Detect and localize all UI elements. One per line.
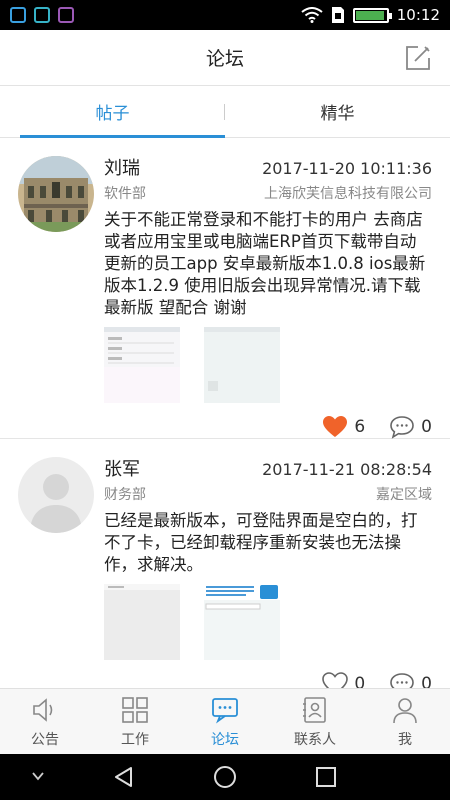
title-bar: 论坛 (0, 30, 450, 86)
nav-label: 论坛 (211, 731, 239, 748)
post-content: 关于不能正常登录和不能打卡的用户 去商店或者应用宝里或电脑端ERP首页下载带自动… (104, 210, 426, 317)
post-timestamp: 2017-11-20 10:11:36 (262, 159, 432, 178)
nav-label: 我 (398, 731, 412, 748)
comment-icon (390, 673, 414, 688)
heart-filled-icon (323, 416, 348, 437)
system-nav-bar (0, 754, 450, 800)
author-department: 软件部 (104, 186, 146, 202)
nav-label: 公告 (31, 731, 59, 748)
avatar[interactable] (18, 156, 94, 232)
maps-app-icon (10, 7, 26, 23)
nav-item-announcements[interactable]: 公告 (0, 689, 90, 754)
tab-posts[interactable]: 帖子 (0, 86, 225, 138)
post-item[interactable]: 张军 2017-11-21 08:28:54 财务部 嘉定区域 已经是最新版本，… (0, 439, 450, 688)
author-location: 嘉定区域 (376, 487, 432, 503)
contacts-icon (303, 696, 326, 723)
grid-icon (122, 696, 148, 723)
recents-icon[interactable] (314, 765, 338, 789)
comment-count: 0 (421, 417, 432, 437)
nav-item-forum[interactable]: 论坛 (180, 689, 270, 754)
nav-label: 工作 (121, 731, 149, 748)
comment-button[interactable]: 0 (389, 672, 432, 688)
speaker-icon (33, 697, 53, 722)
chat-icon (212, 697, 238, 724)
author-name: 刘瑞 (104, 158, 140, 179)
author-name: 张军 (104, 459, 140, 480)
post-timestamp: 2017-11-21 08:28:54 (262, 460, 432, 479)
nav-item-contacts[interactable]: 联系人 (270, 689, 360, 754)
clock: 10:12 (396, 6, 440, 24)
chevron-down-icon[interactable] (30, 768, 46, 784)
status-bar: 10:12 (0, 0, 450, 30)
sim-icon (331, 7, 344, 23)
post-content: 已经是最新版本，可登陆界面是空白的，打不了卡，已经卸载程序重新安装也无法操作，求… (104, 511, 418, 574)
edit-icon[interactable] (404, 44, 432, 72)
bottom-nav: 公告 工作 论坛 联系人 我 (0, 688, 450, 754)
comment-icon (390, 416, 414, 439)
photo-app-icon (34, 7, 50, 23)
comment-button[interactable]: 0 (389, 415, 432, 439)
post-item[interactable]: 刘瑞 2017-11-20 10:11:36 软件部 上海欣芙信息科技有限公司 … (0, 138, 450, 439)
like-count: 6 (354, 417, 366, 437)
post-image-thumbnail[interactable] (104, 327, 180, 403)
nav-item-work[interactable]: 工作 (90, 689, 180, 754)
post-list[interactable]: 刘瑞 2017-11-20 10:11:36 软件部 上海欣芙信息科技有限公司 … (0, 138, 450, 688)
post-image-thumbnail[interactable] (104, 584, 180, 660)
tab-featured[interactable]: 精华 (225, 86, 450, 137)
like-button[interactable]: 6 (322, 415, 365, 439)
heart-outline-icon (322, 672, 349, 688)
home-icon[interactable] (213, 765, 237, 789)
avatar[interactable] (18, 457, 94, 533)
back-icon[interactable] (112, 765, 136, 789)
nav-item-me[interactable]: 我 (360, 689, 450, 754)
wifi-icon (301, 7, 323, 23)
page-title: 论坛 (205, 48, 244, 70)
comment-count: 0 (421, 674, 432, 688)
like-button[interactable]: 0 (322, 672, 365, 688)
battery-icon (352, 7, 392, 23)
tab-divider (224, 104, 225, 120)
post-image-thumbnail[interactable] (204, 327, 280, 403)
author-location: 上海欣芙信息科技有限公司 (264, 186, 432, 202)
person-icon (393, 697, 417, 723)
tab-bar: 帖子 精华 (0, 86, 450, 138)
author-department: 财务部 (104, 487, 146, 503)
like-count: 0 (354, 674, 366, 688)
post-image-thumbnail[interactable] (204, 584, 280, 660)
nav-label: 联系人 (294, 731, 336, 748)
gallery-app-icon (58, 7, 74, 23)
